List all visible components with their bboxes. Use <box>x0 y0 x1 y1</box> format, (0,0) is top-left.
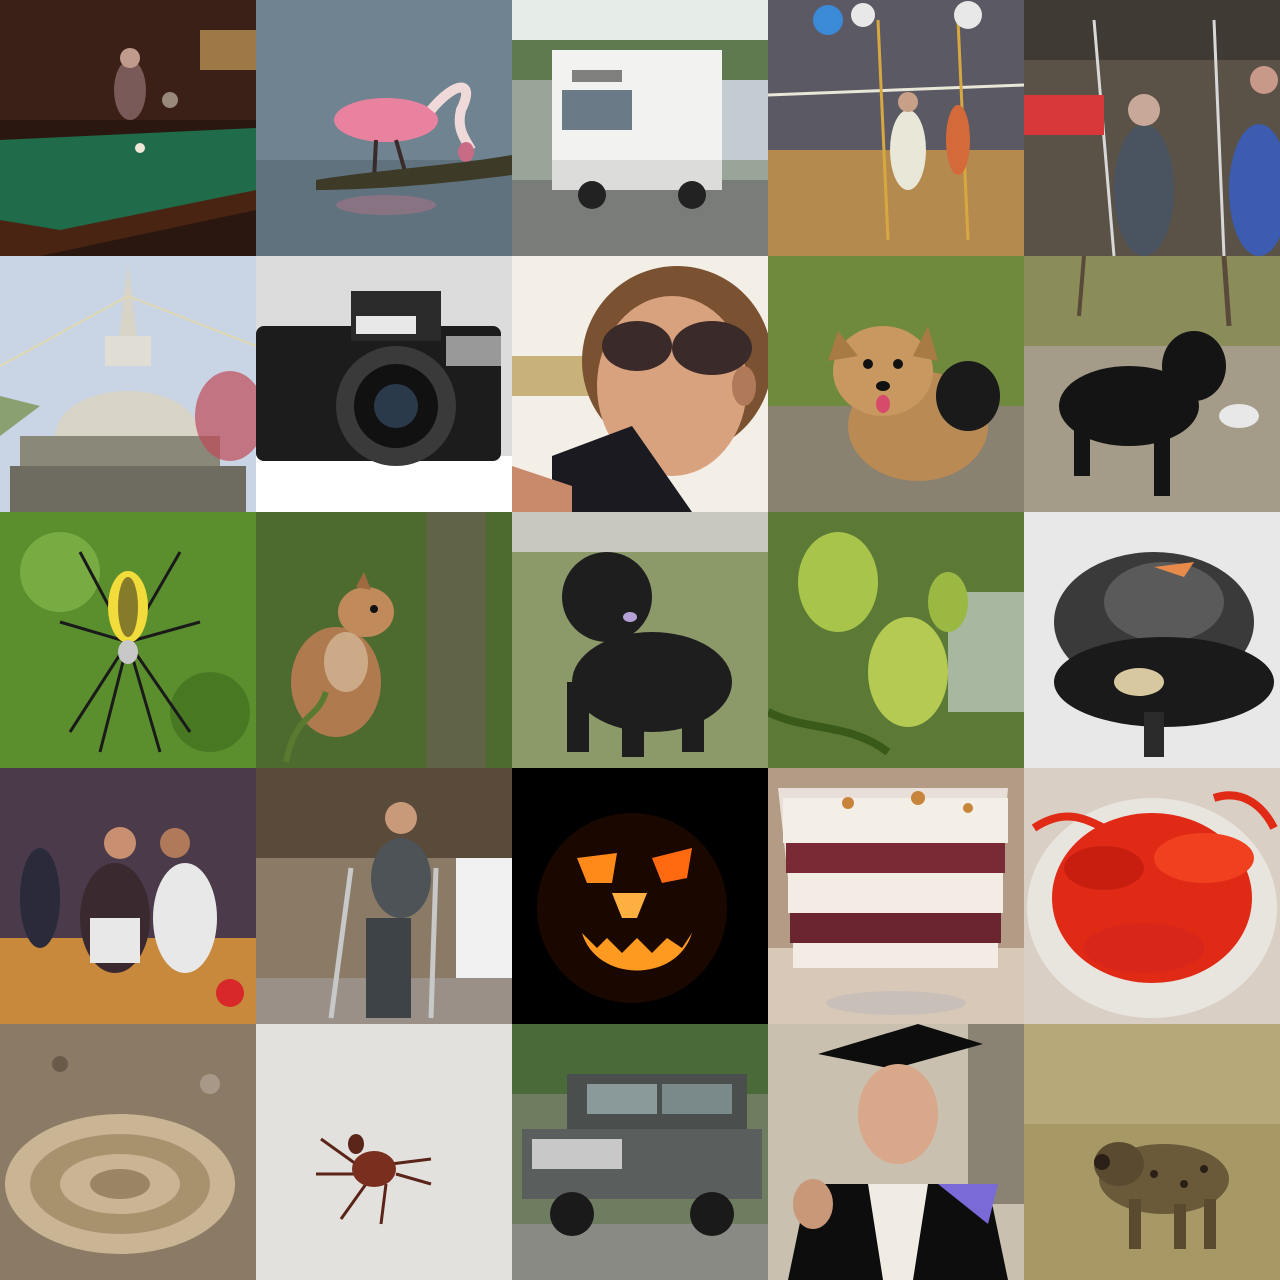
billiards-image <box>0 0 256 256</box>
spaniel-image <box>1024 256 1280 512</box>
camera-image <box>256 256 512 512</box>
trifle-image <box>768 768 1024 1024</box>
crutches-image <box>256 768 512 1024</box>
tile-child <box>512 256 768 512</box>
tile-stupa <box>0 256 256 512</box>
tile-basketball <box>0 768 256 1024</box>
carousel-image <box>1024 0 1280 256</box>
volleyball-image <box>768 0 1024 256</box>
tile-trifle <box>768 768 1024 1024</box>
tile-carousel <box>1024 0 1280 256</box>
tile-hyena <box>1024 1024 1280 1280</box>
tile-truck <box>512 0 768 256</box>
basketball-image <box>0 768 256 1024</box>
tile-jackfruit <box>768 512 1024 768</box>
tile-crutches <box>256 768 512 1024</box>
spider-image <box>0 512 256 768</box>
image-grid <box>0 0 1280 1280</box>
squirrel-image <box>256 512 512 768</box>
tick-image <box>256 1024 512 1280</box>
tile-billiards <box>0 0 256 256</box>
tile-spoonbill <box>256 0 512 256</box>
rattlesnake-image <box>0 1024 256 1280</box>
tile-volleyball <box>768 0 1024 256</box>
tile-lobsters <box>1024 768 1280 1024</box>
tile-land-rover <box>512 1024 768 1280</box>
tile-appliance <box>1024 512 1280 768</box>
terrier-image <box>768 256 1024 512</box>
tile-rattlesnake <box>0 1024 256 1280</box>
tile-graduate <box>768 1024 1024 1280</box>
tile-spaniel <box>1024 256 1280 512</box>
truck-image <box>512 0 768 256</box>
stupa-image <box>0 256 256 512</box>
tile-camera <box>256 256 512 512</box>
lobsters-image <box>1024 768 1280 1024</box>
hyena-image <box>1024 1024 1280 1280</box>
graduate-image <box>768 1024 1024 1280</box>
tile-squirrel <box>256 512 512 768</box>
appliance-image <box>1024 512 1280 768</box>
tile-black-terrier <box>512 512 768 768</box>
black-terrier-image <box>512 512 768 768</box>
tile-terrier <box>768 256 1024 512</box>
tile-spider <box>0 512 256 768</box>
jackfruit-image <box>768 512 1024 768</box>
jack-o-lantern-image <box>512 768 768 1024</box>
tile-tick <box>256 1024 512 1280</box>
land-rover-image <box>512 1024 768 1280</box>
spoonbill-image <box>256 0 512 256</box>
child-image <box>512 256 768 512</box>
tile-jack-o-lantern <box>512 768 768 1024</box>
